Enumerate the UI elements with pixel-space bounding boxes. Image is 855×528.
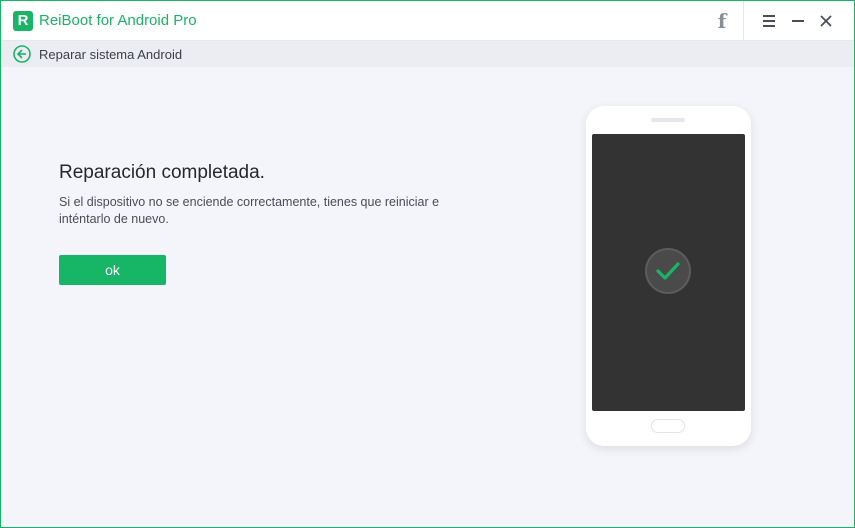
phone-speaker <box>651 118 685 122</box>
facebook-icon[interactable]: f <box>709 9 735 33</box>
app-title: ReiBoot for Android Pro <box>39 12 197 29</box>
minimize-icon[interactable] <box>790 13 806 29</box>
phone-illustration <box>586 106 751 446</box>
status-heading: Reparación completada. <box>59 162 265 183</box>
close-icon[interactable] <box>818 13 834 29</box>
phone-screen <box>592 134 745 411</box>
ok-button[interactable]: ok <box>59 255 166 285</box>
back-arrow-icon[interactable] <box>13 45 31 63</box>
page-title: Reparar sistema Android <box>39 47 183 62</box>
sub-header: Reparar sistema Android <box>1 41 854 67</box>
title-bar: R ReiBoot for Android Pro f <box>1 1 854 41</box>
app-logo-icon: R <box>13 11 33 31</box>
app-window: R ReiBoot for Android Pro f Reparar sist… <box>0 0 855 528</box>
titlebar-divider <box>743 1 744 41</box>
menu-icon[interactable] <box>761 13 777 29</box>
checkmark-icon <box>645 248 691 294</box>
phone-home-button <box>651 419 685 433</box>
status-message: Si el dispositivo no se enciende correct… <box>59 195 440 226</box>
